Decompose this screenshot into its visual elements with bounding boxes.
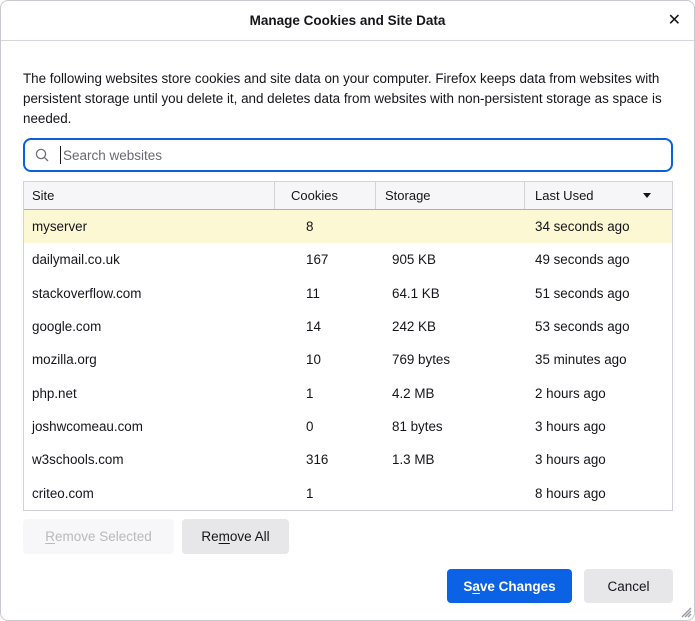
cell-storage: 769 bytes — [392, 352, 451, 368]
cell-cookies: 167 — [306, 252, 329, 268]
column-header-cookies[interactable]: Cookies — [274, 182, 375, 209]
site-data-table: Site Cookies Storage Last Used myserver … — [23, 181, 673, 511]
cell-site: google.com — [32, 319, 102, 335]
table-row[interactable]: mozilla.org 10 769 bytes 35 minutes ago — [24, 343, 672, 377]
manage-cookies-dialog: Manage Cookies and Site Data ✕ The follo… — [0, 0, 695, 621]
cell-cookies: 10 — [306, 352, 321, 368]
cell-site: mozilla.org — [32, 352, 97, 368]
cell-storage: 242 KB — [392, 319, 436, 335]
search-icon — [35, 148, 49, 162]
cell-site: criteo.com — [32, 485, 94, 501]
cell-storage: 1.3 MB — [392, 452, 435, 468]
table-row[interactable]: joshwcomeau.com 0 81 bytes 3 hours ago — [24, 409, 672, 444]
column-header-last-used[interactable]: Last Used — [524, 182, 672, 209]
cell-site: php.net — [32, 385, 77, 401]
search-input[interactable]: Search websites — [23, 138, 673, 172]
cell-storage: 905 KB — [392, 252, 436, 268]
cell-last-used: 51 seconds ago — [535, 285, 630, 301]
column-header-last-used-label: Last Used — [535, 188, 594, 203]
table-row[interactable]: php.net 1 4.2 MB 2 hours ago — [24, 376, 672, 410]
table-row[interactable]: w3schools.com 316 1.3 MB 3 hours ago — [24, 443, 672, 477]
table-row[interactable]: google.com 14 242 KB 53 seconds ago — [24, 309, 672, 344]
save-changes-button[interactable]: Save Changes — [447, 569, 572, 603]
cell-site: dailymail.co.uk — [32, 252, 120, 268]
remove-selected-button[interactable]: Remove Selected — [23, 519, 174, 554]
cell-cookies: 1 — [306, 485, 314, 501]
table-row[interactable]: stackoverflow.com 11 64.1 KB 51 seconds … — [24, 276, 672, 310]
table-row[interactable]: dailymail.co.uk 167 905 KB 49 seconds ag… — [24, 243, 672, 277]
cell-cookies: 316 — [306, 452, 329, 468]
cell-last-used: 34 seconds ago — [535, 219, 630, 235]
table-header: Site Cookies Storage Last Used — [24, 182, 672, 210]
column-header-site[interactable]: Site — [24, 182, 274, 209]
search-placeholder: Search websites — [63, 147, 163, 163]
cell-storage: 4.2 MB — [392, 385, 435, 401]
cell-last-used: 49 seconds ago — [535, 252, 630, 268]
remove-all-button[interactable]: Remove All — [182, 519, 289, 554]
cell-last-used: 53 seconds ago — [535, 319, 630, 335]
table-row[interactable]: criteo.com 1 8 hours ago — [24, 476, 672, 510]
cell-last-used: 3 hours ago — [535, 452, 606, 468]
cell-last-used: 8 hours ago — [535, 485, 606, 501]
cell-cookies: 14 — [306, 319, 321, 335]
dialog-title: Manage Cookies and Site Data — [249, 13, 446, 28]
cell-last-used: 2 hours ago — [535, 385, 606, 401]
close-icon[interactable]: ✕ — [668, 12, 681, 29]
dialog-titlebar: Manage Cookies and Site Data ✕ — [1, 1, 694, 41]
cell-cookies: 0 — [306, 419, 314, 435]
table-body: myserver 8 34 seconds ago dailymail.co.u… — [24, 210, 672, 510]
resize-grip-icon[interactable] — [676, 602, 692, 618]
cell-cookies: 11 — [306, 285, 320, 301]
dialog-description: The following websites store cookies and… — [23, 71, 662, 126]
cell-storage: 64.1 KB — [392, 285, 440, 301]
cell-last-used: 3 hours ago — [535, 419, 606, 435]
cell-site: stackoverflow.com — [32, 285, 142, 301]
cell-last-used: 35 minutes ago — [535, 352, 627, 368]
cancel-button[interactable]: Cancel — [584, 569, 673, 603]
cell-site: myserver — [32, 219, 88, 235]
table-row[interactable]: myserver 8 34 seconds ago — [24, 210, 672, 244]
cell-site: w3schools.com — [32, 452, 124, 468]
cell-cookies: 1 — [306, 385, 314, 401]
column-header-storage[interactable]: Storage — [375, 182, 524, 209]
text-caret — [60, 146, 61, 164]
cell-cookies: 8 — [306, 219, 314, 235]
cell-site: joshwcomeau.com — [32, 419, 143, 435]
sort-descending-icon — [643, 193, 651, 198]
cell-storage: 81 bytes — [392, 419, 443, 435]
